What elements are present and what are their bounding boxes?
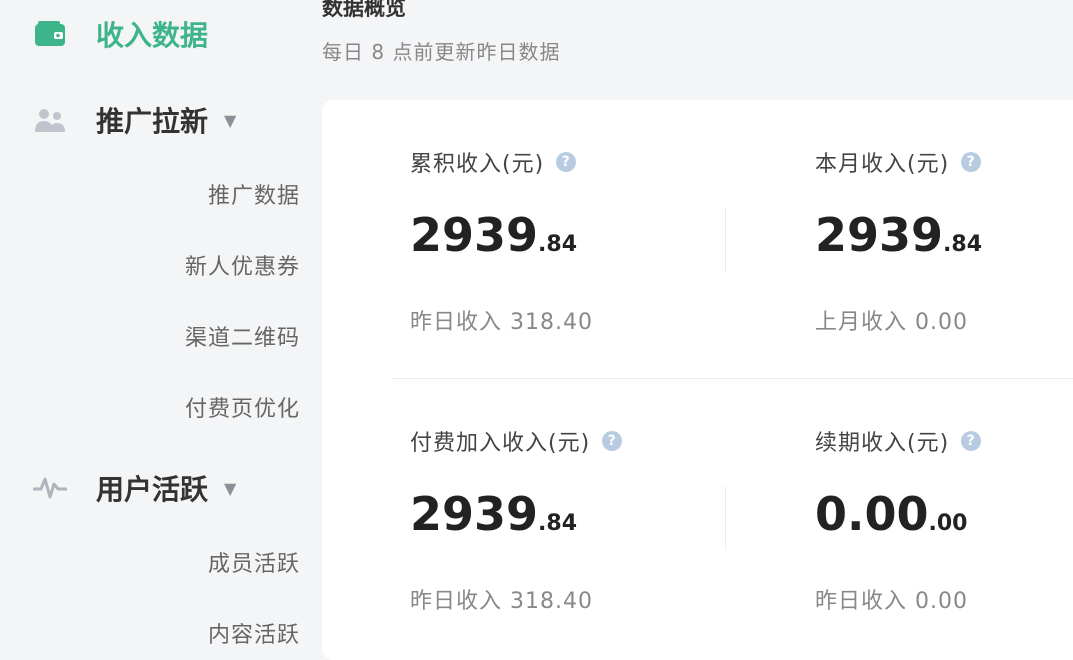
page-subtitle: 每日 8 点前更新昨日数据 <box>322 40 561 64</box>
nav-paywall-optimization[interactable]: 付费页优化 <box>85 391 300 423</box>
stat-label: 本月收入(元) <box>815 152 950 177</box>
divider <box>392 378 1073 379</box>
nav-content-activity[interactable]: 内容活跃 <box>85 617 300 649</box>
nav-income[interactable]: 收入数据 <box>32 14 208 54</box>
stat-renewal-income: 续期收入(元) ? 0.00.00 昨日收入 0.00 <box>815 425 1073 615</box>
help-icon[interactable]: ? <box>602 431 623 451</box>
nav-user-activity-label: 用户活跃 <box>96 473 209 506</box>
nav-new-user-coupon[interactable]: 新人优惠券 <box>85 249 300 281</box>
stat-label: 累积收入(元) <box>410 152 545 177</box>
nav-promotion-data[interactable]: 推广数据 <box>85 178 300 210</box>
users-icon <box>32 104 68 136</box>
stat-month-income: 本月收入(元) ? 2939.84 上月收入 0.00 <box>815 146 1073 336</box>
nav-channel-qrcode[interactable]: 渠道二维码 <box>85 320 300 352</box>
stat-subtext: 昨日收入 0.00 <box>815 589 968 614</box>
help-icon[interactable]: ? <box>961 152 982 172</box>
stat-subtext: 昨日收入 318.40 <box>410 589 593 614</box>
stat-subtext: 昨日收入 318.40 <box>410 310 593 335</box>
nav-promotion-label: 推广拉新 <box>96 105 209 138</box>
stat-value: 2939.84 <box>410 208 578 262</box>
nav-promotion[interactable]: 推广拉新 ▼ <box>32 100 236 140</box>
stat-total-income: 累积收入(元) ? 2939.84 昨日收入 318.40 <box>410 146 740 336</box>
sidebar: 收入数据 推广拉新 ▼ 推广数据 新人优惠券 渠道二维码 付费页优化 用户活跃 … <box>0 0 300 649</box>
nav-income-label: 收入数据 <box>96 19 209 52</box>
nav-user-activity[interactable]: 用户活跃 ▼ <box>32 468 236 508</box>
pulse-icon <box>32 472 68 504</box>
help-icon[interactable]: ? <box>961 431 982 451</box>
stat-label: 续期收入(元) <box>815 431 950 456</box>
stat-label: 付费加入收入(元) <box>410 431 591 456</box>
stat-value: 0.00.00 <box>815 487 968 541</box>
nav-member-activity[interactable]: 成员活跃 <box>85 546 300 578</box>
stat-subtext: 上月收入 0.00 <box>815 310 968 335</box>
wallet-icon <box>32 18 68 50</box>
caret-down-icon: ▼ <box>224 110 237 130</box>
page-title: 数据概览 <box>322 0 406 20</box>
caret-down-icon: ▼ <box>224 478 237 498</box>
overview-card: 累积收入(元) ? 2939.84 昨日收入 318.40 本月收入(元) ? … <box>322 100 1073 660</box>
help-icon[interactable]: ? <box>556 152 577 172</box>
stat-paid-join-income: 付费加入收入(元) ? 2939.84 昨日收入 318.40 <box>410 425 740 615</box>
stat-value: 2939.84 <box>410 487 578 541</box>
stat-value: 2939.84 <box>815 208 983 262</box>
